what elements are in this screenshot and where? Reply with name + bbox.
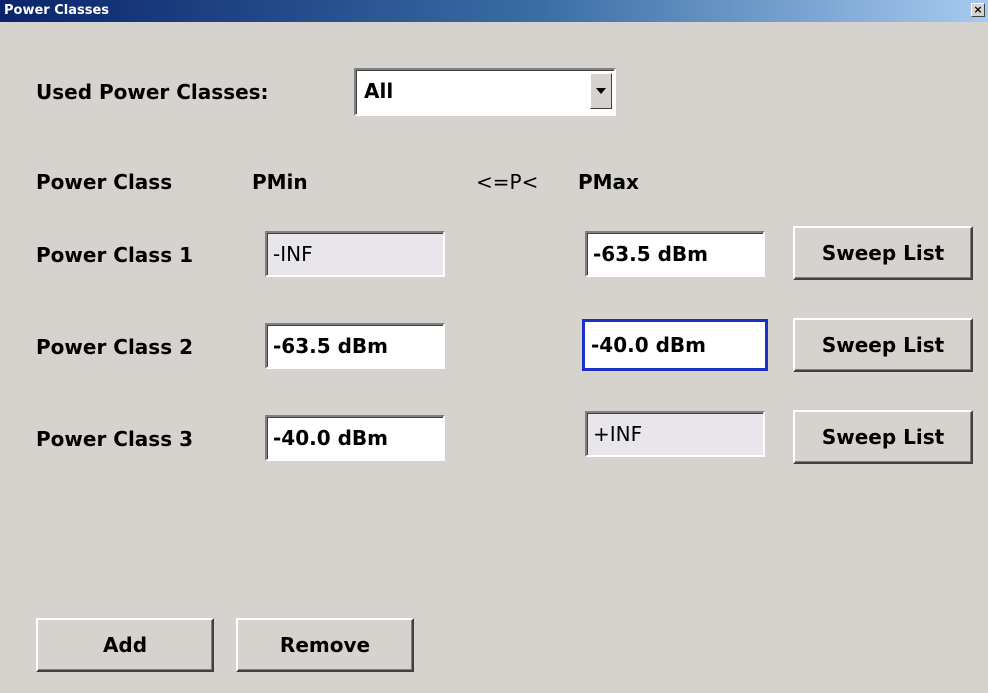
power-class-1-sweep-list-button[interactable]: Sweep List	[793, 226, 973, 280]
power-class-3-sweep-list-button[interactable]: Sweep List	[793, 410, 973, 464]
power-classes-dialog: Power Classes × Used Power Classes: All …	[0, 0, 988, 693]
power-class-3-pmax-field: +INF	[585, 411, 765, 457]
power-class-2-label: Power Class 2	[36, 335, 193, 359]
power-class-2-pmin-field[interactable]: -63.5 dBm	[265, 323, 445, 369]
power-class-3-label: Power Class 3	[36, 427, 193, 451]
header-condition: <=P<	[476, 170, 539, 194]
power-class-2-pmax-field[interactable]: -40.0 dBm	[582, 319, 768, 371]
power-class-1-pmax-field[interactable]: -63.5 dBm	[585, 231, 765, 277]
used-power-classes-value: All	[364, 79, 394, 103]
power-class-1-pmin-field: -INF	[265, 231, 445, 277]
header-power-class: Power Class	[36, 170, 173, 194]
title-bar[interactable]: Power Classes ×	[0, 0, 988, 22]
remove-button[interactable]: Remove	[236, 618, 414, 672]
power-class-3-pmin-field[interactable]: -40.0 dBm	[265, 415, 445, 461]
used-power-classes-label: Used Power Classes:	[36, 80, 269, 104]
add-button[interactable]: Add	[36, 618, 214, 672]
chevron-down-icon[interactable]	[590, 73, 612, 109]
header-pmin: PMin	[252, 170, 308, 194]
power-class-1-label: Power Class 1	[36, 243, 193, 267]
used-power-classes-select[interactable]: All	[354, 68, 616, 116]
power-class-2-sweep-list-button[interactable]: Sweep List	[793, 318, 973, 372]
window-title: Power Classes	[4, 3, 110, 18]
close-icon: ×	[973, 3, 983, 16]
close-button[interactable]: ×	[971, 3, 985, 17]
header-pmax: PMax	[578, 170, 639, 194]
